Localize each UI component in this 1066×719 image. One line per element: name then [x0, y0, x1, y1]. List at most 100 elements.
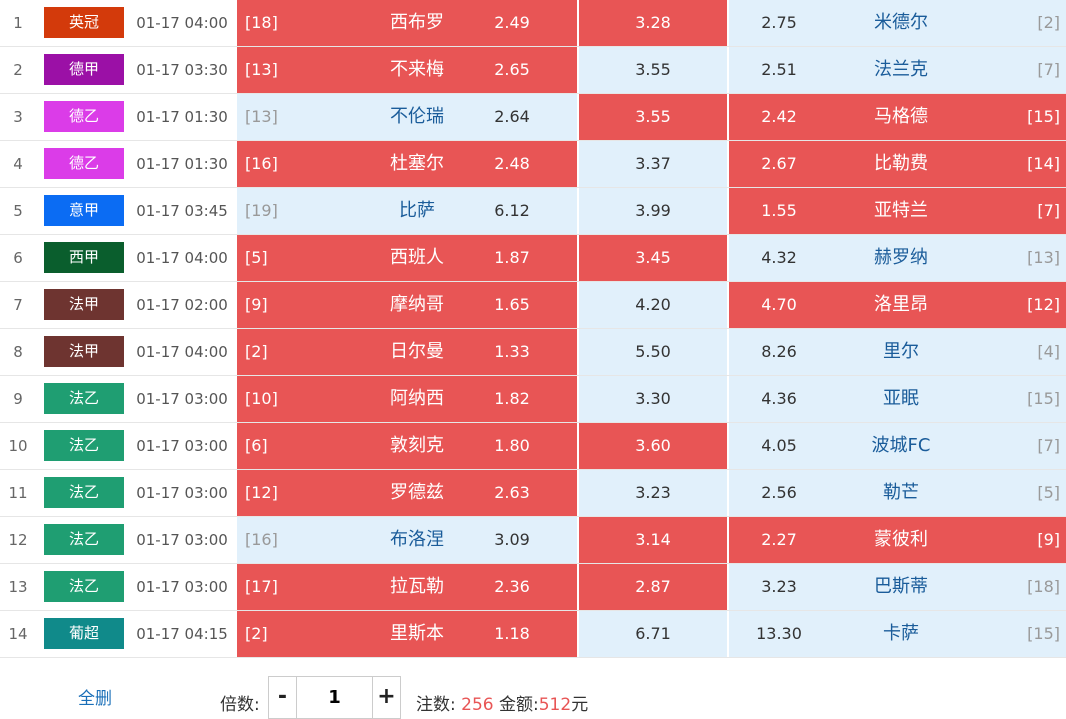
home-win-option[interactable]: [19] 比萨 6.12 — [236, 188, 577, 234]
match-row: 10 法乙 01-17 03:00 [6] 敦刻克 1.80 3.60 4.05 波城FC [7] — [0, 423, 1066, 470]
away-win-option[interactable]: 1.55 亚特兰 [7] — [728, 188, 1066, 234]
away-win-option[interactable]: 4.32 赫罗纳 [13] — [728, 235, 1066, 281]
draw-option[interactable]: 4.20 — [578, 282, 727, 328]
draw-option[interactable]: 3.60 — [578, 423, 727, 469]
league-badge: 法乙 — [44, 423, 124, 469]
away-win-option[interactable]: 4.36 亚眠 [15] — [728, 376, 1066, 422]
draw-option[interactable]: 3.14 — [578, 517, 727, 563]
away-win-option[interactable]: 2.51 法兰克 [7] — [728, 47, 1066, 93]
multiplier-label: 倍数: — [220, 695, 260, 715]
home-win-option[interactable]: [2] 日尔曼 1.33 — [236, 329, 577, 375]
away-win-option[interactable]: 4.70 洛里昂 [12] — [728, 282, 1066, 328]
draw-option[interactable]: 6.71 — [578, 611, 727, 657]
away-win-option[interactable]: 2.27 蒙彼利 [9] — [728, 517, 1066, 563]
draw-option[interactable]: 3.45 — [578, 235, 727, 281]
home-team: 西班人 — [390, 247, 444, 268]
match-table: 1 英冠 01-17 04:00 [18] 西布罗 2.49 3.28 2.75 米德尔 [2] 2… — [0, 0, 1066, 658]
away-win-option[interactable]: 4.05 波城FC [7] — [728, 423, 1066, 469]
home-win-option[interactable]: [16] 布洛涅 3.09 — [236, 517, 577, 563]
away-odds: 3.23 — [761, 577, 797, 596]
home-odds: 1.18 — [494, 624, 530, 643]
away-odds: 4.32 — [761, 248, 797, 267]
match-row: 1 英冠 01-17 04:00 [18] 西布罗 2.49 3.28 2.75 米德尔 [2] — [0, 0, 1066, 47]
away-rank: [15] — [1027, 389, 1060, 408]
home-odds: 2.65 — [494, 60, 530, 79]
league-name: 英冠 — [44, 7, 124, 38]
away-odds: 4.36 — [761, 389, 797, 408]
away-win-option[interactable]: 3.23 巴斯蒂 [18] — [728, 564, 1066, 610]
multiplier-stepper: - + — [268, 676, 401, 719]
multiplier-input[interactable] — [297, 677, 372, 718]
league-name: 法乙 — [44, 383, 124, 414]
home-win-option[interactable]: [16] 杜塞尔 2.48 — [236, 141, 577, 187]
home-rank: [9] — [245, 295, 268, 314]
draw-option[interactable]: 3.37 — [578, 141, 727, 187]
home-odds: 1.65 — [494, 295, 530, 314]
away-odds: 4.70 — [761, 295, 797, 314]
home-win-option[interactable]: [18] 西布罗 2.49 — [236, 0, 577, 46]
draw-odds: 3.45 — [635, 248, 671, 267]
away-win-option[interactable]: 2.67 比勒费 [14] — [728, 141, 1066, 187]
away-team: 比勒费 — [874, 153, 928, 174]
draw-option[interactable]: 3.99 — [578, 188, 727, 234]
increase-button[interactable]: + — [372, 677, 400, 718]
home-win-option[interactable]: [13] 不伦瑞 2.64 — [236, 94, 577, 140]
match-row: 12 法乙 01-17 03:00 [16] 布洛涅 3.09 3.14 2.27 蒙彼利 [9] — [0, 517, 1066, 564]
match-row: 8 法甲 01-17 04:00 [2] 日尔曼 1.33 5.50 8.26 里尔 [4] — [0, 329, 1066, 376]
league-badge: 法乙 — [44, 564, 124, 610]
bet-footer: 全删 倍数: - + 注数: 256 金额:512元 — [0, 660, 1066, 719]
match-time: 01-17 01:30 — [136, 108, 228, 126]
league-badge: 德乙 — [44, 94, 124, 140]
match-row: 7 法甲 01-17 02:00 [9] 摩纳哥 1.65 4.20 4.70 洛里昂 [12] — [0, 282, 1066, 329]
draw-odds: 4.20 — [635, 295, 671, 314]
match-row: 6 西甲 01-17 04:00 [5] 西班人 1.87 3.45 4.32 赫罗纳 [13] — [0, 235, 1066, 282]
match-time: 01-17 03:45 — [136, 202, 228, 220]
home-win-option[interactable]: [5] 西班人 1.87 — [236, 235, 577, 281]
bets-label: 注数: — [416, 695, 456, 715]
away-team: 巴斯蒂 — [874, 576, 928, 597]
home-win-option[interactable]: [13] 不来梅 2.65 — [236, 47, 577, 93]
home-win-option[interactable]: [9] 摩纳哥 1.65 — [236, 282, 577, 328]
away-rank: [14] — [1027, 154, 1060, 173]
home-win-option[interactable]: [10] 阿纳西 1.82 — [236, 376, 577, 422]
home-team: 敦刻克 — [390, 435, 444, 456]
draw-option[interactable]: 3.30 — [578, 376, 727, 422]
away-team: 蒙彼利 — [874, 529, 928, 550]
match-number: 4 — [13, 155, 23, 173]
league-badge: 德甲 — [44, 47, 124, 93]
draw-option[interactable]: 5.50 — [578, 329, 727, 375]
draw-option[interactable]: 2.87 — [578, 564, 727, 610]
home-odds: 1.80 — [494, 436, 530, 455]
away-rank: [12] — [1027, 295, 1060, 314]
league-name: 德甲 — [44, 54, 124, 85]
decrease-button[interactable]: - — [269, 677, 297, 718]
draw-option[interactable]: 3.55 — [578, 47, 727, 93]
away-win-option[interactable]: 8.26 里尔 [4] — [728, 329, 1066, 375]
away-team: 洛里昂 — [874, 294, 928, 315]
home-win-option[interactable]: [6] 敦刻克 1.80 — [236, 423, 577, 469]
match-time: 01-17 03:00 — [136, 531, 228, 549]
home-win-option[interactable]: [2] 里斯本 1.18 — [236, 611, 577, 657]
home-rank: [2] — [245, 624, 268, 643]
clear-all-button[interactable]: 全删 — [78, 684, 112, 709]
home-team: 西布罗 — [390, 12, 444, 33]
draw-option[interactable]: 3.28 — [578, 0, 727, 46]
draw-option[interactable]: 3.23 — [578, 470, 727, 516]
home-odds: 6.12 — [494, 201, 530, 220]
away-odds: 2.42 — [761, 107, 797, 126]
home-win-option[interactable]: [17] 拉瓦勒 2.36 — [236, 564, 577, 610]
draw-odds: 6.71 — [635, 624, 671, 643]
draw-option[interactable]: 3.55 — [578, 94, 727, 140]
away-win-option[interactable]: 13.30 卡萨 [15] — [728, 611, 1066, 657]
league-badge: 意甲 — [44, 188, 124, 234]
match-time: 01-17 02:00 — [136, 296, 228, 314]
league-name: 德乙 — [44, 148, 124, 179]
amount-label: 金额: — [499, 695, 539, 715]
home-odds: 2.48 — [494, 154, 530, 173]
home-win-option[interactable]: [12] 罗德兹 2.63 — [236, 470, 577, 516]
draw-odds: 3.60 — [635, 436, 671, 455]
away-win-option[interactable]: 2.56 勒芒 [5] — [728, 470, 1066, 516]
away-win-option[interactable]: 2.42 马格德 [15] — [728, 94, 1066, 140]
home-team: 日尔曼 — [390, 341, 444, 362]
away-win-option[interactable]: 2.75 米德尔 [2] — [728, 0, 1066, 46]
